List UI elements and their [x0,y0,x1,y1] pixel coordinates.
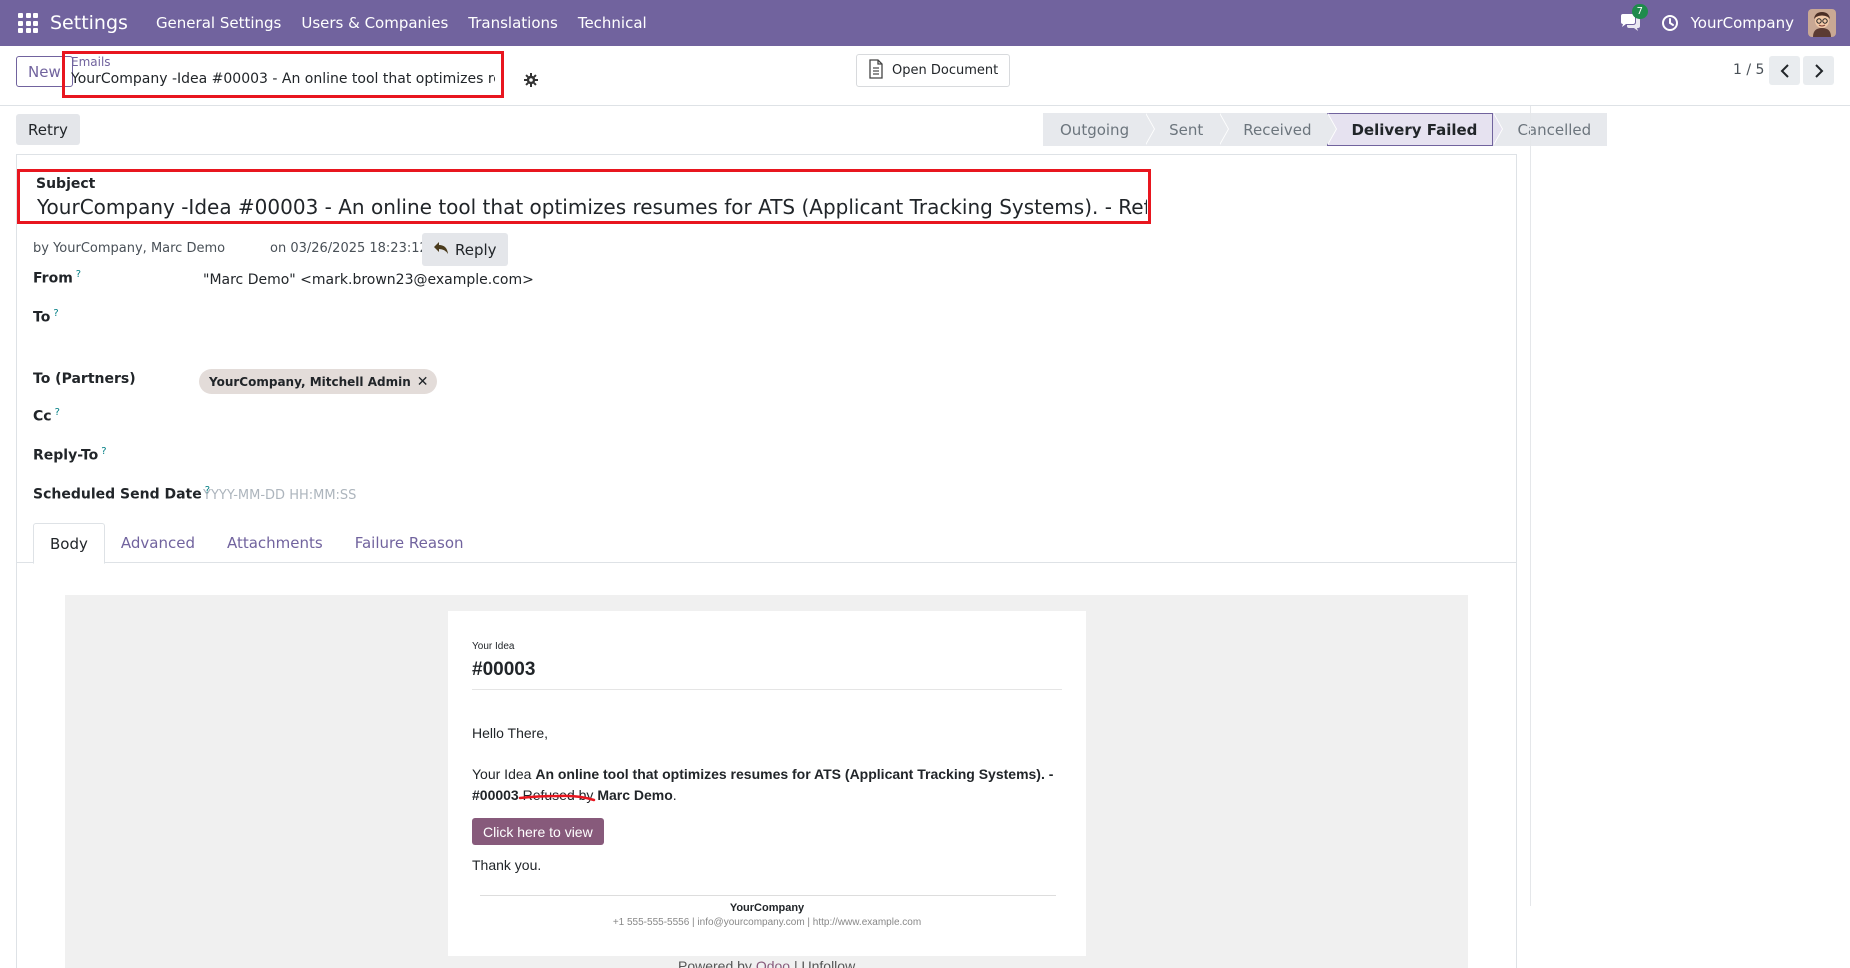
statusbar: Outgoing Sent Received Delivery Failed C… [1043,113,1608,146]
menu-translations[interactable]: Translations [458,14,568,32]
scheduled-date-input[interactable]: YYYY-MM-DD HH:MM:SS [203,488,356,503]
control-panel: New Emails YourCompany -Idea #00003 - An… [0,46,1850,106]
tab-failure-reason[interactable]: Failure Reason [339,523,480,563]
reply-icon [433,241,449,259]
activity-clock-icon[interactable] [1661,14,1679,32]
menu-users-companies[interactable]: Users & Companies [291,14,458,32]
from-help-icon[interactable]: ? [76,269,81,280]
tab-body[interactable]: Body [33,523,105,564]
email-footer-divider [480,895,1056,896]
from-label: From? [33,269,81,287]
email-card: Your Idea #00003 Hello There, Your Idea … [448,611,1086,956]
to-partners-label: To (Partners) [33,371,136,387]
tab-advanced[interactable]: Advanced [105,523,211,563]
to-label: To? [33,308,59,326]
pager-next-button[interactable] [1803,56,1834,85]
cc-label-text: Cc [33,408,52,425]
click-here-to-view-button[interactable]: Click here to view [472,818,604,845]
reply-to-label-text: Reply-To [33,447,99,464]
subject-label: Subject [36,176,96,192]
powered-prefix: Powered by [678,958,756,968]
email-footer-company: YourCompany [729,902,805,914]
stage-sent[interactable]: Sent [1145,113,1230,146]
cc-help-icon[interactable]: ? [55,407,60,418]
open-document-label: Open Document [892,63,999,78]
reply-label: Reply [455,240,497,259]
top-navbar: Settings General Settings Users & Compan… [0,0,1850,46]
stage-received[interactable]: Received [1219,113,1338,146]
date-line: on 03/26/2025 18:23:12 [270,241,428,256]
email-thanks: Thank you. [472,857,542,873]
app-title[interactable]: Settings [50,12,128,34]
unfollow-link[interactable]: | Unfollow [790,958,855,968]
subject-field: Subject YourCompany -Idea #00003 - An on… [17,169,1151,224]
breadcrumb-emails-link[interactable]: Emails [71,55,495,69]
email-user-name: Marc Demo [597,787,673,803]
open-document-button[interactable]: Open Document [856,54,1011,87]
stage-cancelled[interactable]: Cancelled [1493,113,1608,146]
partner-tag[interactable]: YourCompany, Mitchell Admin ✕ [199,369,438,394]
email-divider [472,689,1062,690]
partner-tag-label: YourCompany, Mitchell Admin [209,374,411,389]
remove-tag-icon[interactable]: ✕ [417,374,429,390]
to-partners-label-text: To (Partners) [33,371,136,387]
retry-button[interactable]: Retry [16,114,80,145]
apps-menu-icon[interactable] [16,11,40,35]
powered-by-footer: Powered by Odoo | Unfollow [678,958,855,968]
chat-badge: 7 [1631,4,1648,19]
pager-previous-button[interactable] [1769,56,1800,85]
email-doc-type: Your Idea [472,641,515,652]
main-menu: General Settings Users & Companies Trans… [146,14,657,32]
from-label-text: From [33,270,73,287]
user-avatar[interactable] [1808,9,1836,37]
reply-button[interactable]: Reply [422,233,508,266]
red-annotation-underline [518,794,596,802]
email-footer-contact: +1 555-555-5556 | info@yourcompany.com |… [612,917,922,928]
email-greeting: Hello There, [472,725,549,741]
tab-attachments[interactable]: Attachments [211,523,339,563]
to-label-text: To [33,309,51,326]
breadcrumb: Emails YourCompany -Idea #00003 - An onl… [62,51,504,98]
scheduled-date-label: Scheduled Send Date? [33,485,210,503]
to-help-icon[interactable]: ? [53,308,58,319]
chat-icon[interactable]: 7 [1619,4,1648,33]
author-line: by YourCompany, Marc Demo [33,241,226,256]
pager-value[interactable]: 1 / 5 [1733,62,1764,78]
navbar-systray: 7 YourCompany [1619,4,1850,37]
notebook-tabs: Body Advanced Attachments Failure Reason [17,523,1517,564]
stage-delivery-failed[interactable]: Delivery Failed [1327,113,1504,146]
cc-label: Cc? [33,407,60,425]
gear-icon[interactable] [524,73,538,87]
chatter-divider [1530,106,1531,906]
email-para-prefix: Your Idea [472,766,536,782]
stage-outgoing[interactable]: Outgoing [1043,113,1156,146]
reply-to-label: Reply-To? [33,446,107,464]
email-para-end: . [672,787,677,803]
odoo-link[interactable]: Odoo [756,958,790,968]
from-value[interactable]: "Marc Demo" <mark.brown23@example.com> [203,272,534,288]
reply-to-help-icon[interactable]: ? [101,446,106,457]
subject-value[interactable]: YourCompany -Idea #00003 - An online too… [37,195,1147,219]
scheduled-date-label-text: Scheduled Send Date [33,486,202,503]
menu-general-settings[interactable]: General Settings [146,14,291,32]
chevron-right-icon [1814,63,1823,78]
company-switcher[interactable]: YourCompany [1691,14,1794,32]
document-icon [868,58,884,83]
chevron-left-icon [1780,63,1789,78]
breadcrumb-current-record: YourCompany -Idea #00003 - An online too… [71,71,495,87]
email-reference: #00003 [472,659,536,680]
menu-technical[interactable]: Technical [568,14,657,32]
